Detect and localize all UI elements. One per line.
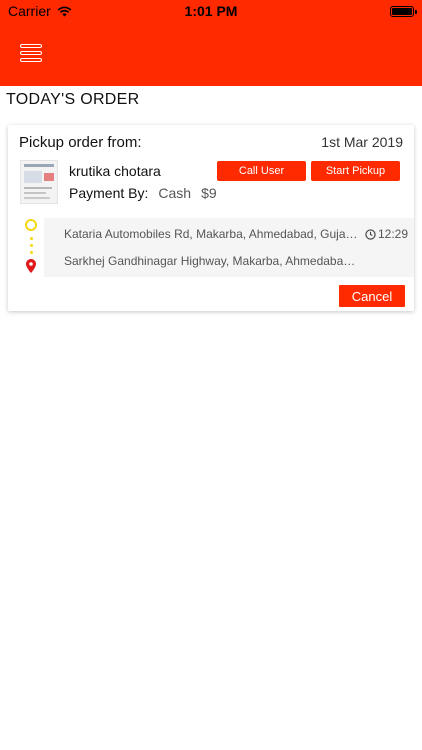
payment-label: Payment By: bbox=[69, 185, 149, 201]
order-thumbnail bbox=[20, 160, 58, 204]
clock-icon bbox=[365, 228, 376, 240]
start-pickup-button[interactable]: Start Pickup bbox=[311, 161, 400, 181]
navigation-bar bbox=[0, 22, 422, 86]
hamburger-menu-icon[interactable] bbox=[20, 42, 44, 64]
customer-name: krutika chotara bbox=[69, 163, 161, 179]
pickup-point-icon bbox=[25, 219, 37, 231]
carrier-label: Carrier bbox=[8, 3, 51, 19]
order-card[interactable]: Pickup order from: 1st Mar 2019 krutika … bbox=[8, 125, 414, 311]
route-timeline bbox=[23, 219, 41, 275]
eta-time: 12:29 bbox=[377, 227, 408, 241]
payment-row: Payment By: Cash $9 bbox=[69, 185, 217, 201]
order-date: 1st Mar 2019 bbox=[321, 134, 403, 150]
status-left: Carrier bbox=[8, 3, 72, 19]
status-bar: Carrier 1:01 PM bbox=[0, 0, 422, 22]
cancel-button[interactable]: Cancel bbox=[339, 285, 405, 307]
drop-address: Sarkhej Gandhinagar Highway, Makarba, Ah… bbox=[64, 254, 359, 268]
eta: 12:29 bbox=[365, 227, 408, 241]
payment-amount: $9 bbox=[201, 185, 217, 201]
page-title: TODAY'S ORDER bbox=[6, 91, 140, 108]
pickup-address: Kataria Automobiles Rd, Makarba, Ahmedab… bbox=[64, 227, 359, 241]
call-user-button[interactable]: Call User bbox=[217, 161, 306, 181]
address-block: Kataria Automobiles Rd, Makarba, Ahmedab… bbox=[44, 218, 414, 277]
pickup-order-label: Pickup order from: bbox=[19, 134, 142, 151]
location-pin-icon bbox=[26, 259, 36, 273]
wifi-icon bbox=[57, 6, 72, 16]
battery-icon bbox=[390, 5, 417, 17]
payment-method: Cash bbox=[158, 185, 192, 201]
